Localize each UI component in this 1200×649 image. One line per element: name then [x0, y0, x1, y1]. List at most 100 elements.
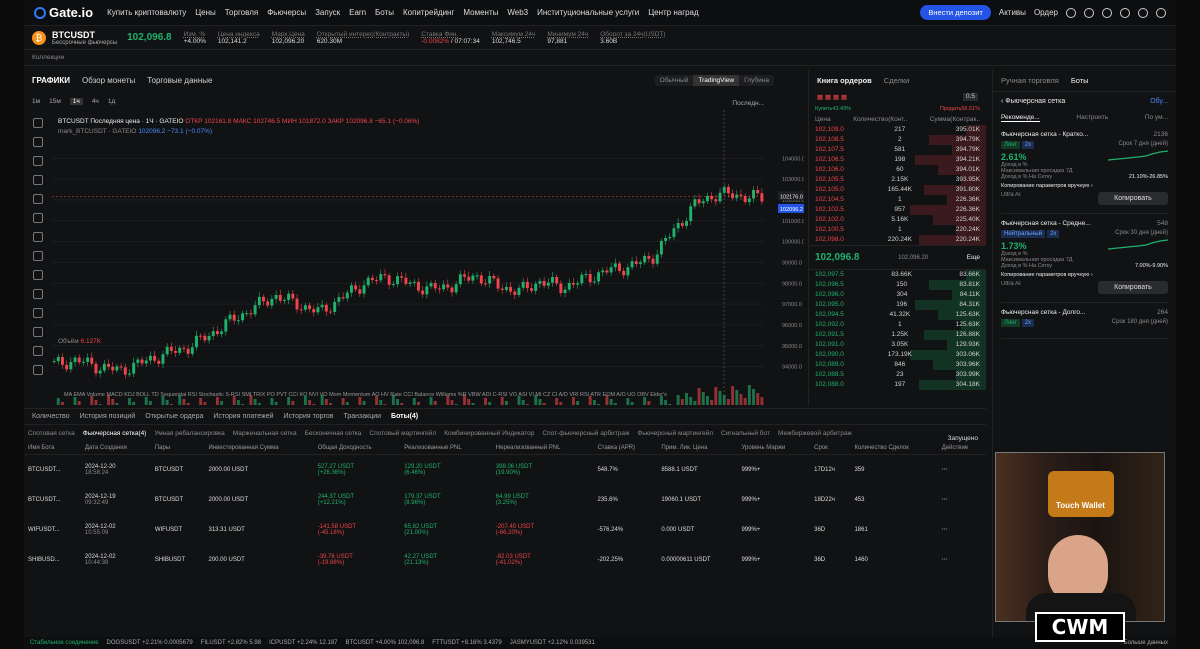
tab-trades[interactable]: Сделки: [884, 76, 910, 85]
bot-type-tab-2[interactable]: Умная ребалансировка: [154, 430, 224, 437]
status-ticker-5[interactable]: JASMYUSDT +2.12% 0.039531: [510, 640, 595, 646]
pattern-icon[interactable]: [33, 175, 43, 185]
book-row[interactable]: 102,105.0 165.44K 391.80K: [809, 185, 986, 195]
table-row[interactable]: SHIBUSD... 2024-12-02 10:44:38 SHIBUSDT 200.…: [24, 545, 986, 575]
status-ticker-3[interactable]: BTCUSDT +4.00% 102,096.8: [346, 640, 425, 646]
bot-type-tab-8[interactable]: Фьючерсный мартингейл: [637, 430, 713, 437]
view-depth[interactable]: Глубина: [739, 75, 774, 86]
bot-card[interactable]: Фьючерсная сетка - Долго... 264 Лонг 2x Срок…: [1001, 309, 1168, 339]
bell-icon[interactable]: [1102, 7, 1112, 18]
view-basic[interactable]: Обычный: [655, 75, 694, 86]
running-filter[interactable]: Запущено: [948, 435, 978, 442]
tab-recommended[interactable]: Рекоменде...: [1001, 114, 1040, 122]
lock-icon[interactable]: [33, 346, 43, 356]
bot-type-tab-0[interactable]: Спотовая сетка: [28, 430, 75, 437]
brush-icon[interactable]: [33, 213, 43, 223]
text-icon[interactable]: [33, 232, 43, 242]
col-header-9[interactable]: Уровень Маржи: [737, 442, 811, 455]
col-header-4[interactable]: Общая Доходность: [313, 442, 401, 455]
nav-item-2[interactable]: Торговля: [225, 8, 258, 17]
copy-button[interactable]: Копировать: [1098, 192, 1168, 205]
book-row[interactable]: 102,102.5 957 226.36K: [809, 205, 986, 215]
book-row[interactable]: 102,102.0 5.16K 225.40K: [809, 215, 986, 225]
assets-menu[interactable]: Активы: [999, 8, 1026, 17]
more-link[interactable]: Еще: [967, 254, 980, 261]
bots-title[interactable]: ‹ Фьючерсная сетка: [1001, 98, 1065, 105]
row-actions[interactable]: ⋯: [938, 515, 986, 545]
tab-overview[interactable]: Обзор монеты: [82, 76, 135, 85]
collections-bar[interactable]: Коллекции: [24, 50, 1176, 66]
bot-copy-params[interactable]: Копирование параметров вручную ›: [1001, 272, 1168, 278]
bot-type-tab-7[interactable]: Спот-фьючерсный арбитраж: [542, 430, 629, 437]
col-header-10[interactable]: Срок: [810, 442, 851, 455]
status-ticker-2[interactable]: ICPUSDT +2.24% 12.187: [269, 640, 337, 646]
fib-icon[interactable]: [33, 156, 43, 166]
globe-icon[interactable]: [1120, 7, 1130, 18]
book-row[interactable]: 102,089.0 846 303.96K: [809, 360, 986, 370]
book-row[interactable]: 102,094.5 41.32K 125.63K: [809, 310, 986, 320]
more-data[interactable]: Больше данных: [1124, 640, 1168, 646]
nav-item-5[interactable]: Earn: [349, 8, 366, 17]
magnet-icon[interactable]: [33, 308, 43, 318]
emoji-icon[interactable]: [33, 251, 43, 261]
status-ticker-0[interactable]: DOGSUSDT +2.21% 0.0005679: [107, 640, 193, 646]
bottom-tab-1[interactable]: История позиций: [80, 413, 136, 420]
table-row[interactable]: WIFUSDT... 2024-12-02 10:55:09 WIFUSDT 313.3…: [24, 515, 986, 545]
book-row[interactable]: 102,088.0 197 304.18K: [809, 380, 986, 390]
row-actions[interactable]: ⋯: [938, 455, 986, 485]
tab-manual[interactable]: Ручная торговля: [1001, 76, 1059, 85]
interval-1h[interactable]: 1ч: [69, 98, 83, 105]
view-tradingview[interactable]: TradingView: [693, 75, 740, 86]
interval-15m[interactable]: 15м: [49, 98, 61, 105]
row-actions[interactable]: ⋯: [938, 485, 986, 515]
book-row[interactable]: 102,106.5 198 394.21K: [809, 155, 986, 165]
price-chart[interactable]: 104000.0103000.0102000.0101000.0100000.0…: [52, 110, 804, 405]
book-row[interactable]: 102,097.5 83.66K 83.66K: [809, 270, 986, 280]
book-row[interactable]: 102,107.5 581 394.79K: [809, 145, 986, 155]
pair-selector[interactable]: BTCUSDT Бессрочные фьючерсы: [52, 30, 117, 46]
bot-type-tab-10[interactable]: Межбиржевой арбитраж: [778, 430, 852, 437]
ruler-icon[interactable]: [33, 270, 43, 280]
tab-trade-data[interactable]: Торговые данные: [147, 76, 212, 85]
book-row[interactable]: 102,108.5 2 394.79K: [809, 135, 986, 145]
bot-type-tab-5[interactable]: Спотовый мартингейл: [369, 430, 436, 437]
status-ticker-4[interactable]: FTTUSDT +8.16% 3.4379: [432, 640, 501, 646]
book-row[interactable]: 102,096.5 150 83.81K: [809, 280, 986, 290]
bot-card[interactable]: Фьючерсная сетка - Кратко... 2136 Лонг 2x Ср…: [1001, 131, 1168, 214]
bottom-tab-0[interactable]: Количество: [32, 413, 70, 420]
trendline-icon[interactable]: [33, 137, 43, 147]
bot-copy-params[interactable]: Копирование параметров вручную ›: [1001, 183, 1168, 189]
book-row[interactable]: 102,104.5 1 226.36K: [809, 195, 986, 205]
book-row[interactable]: 102,095.0 196 84.31K: [809, 300, 986, 310]
book-row[interactable]: 102,090.0 173.19K 303.06K: [809, 350, 986, 360]
bot-card[interactable]: Фьючерсная сетка - Средне... 548 Нейтральн…: [1001, 220, 1168, 303]
book-layout-icon[interactable]: ▦ ▦ ▦ ▦: [817, 93, 847, 101]
tab-bots[interactable]: Боты: [1071, 76, 1089, 85]
step-select[interactable]: 0.5: [962, 93, 978, 101]
search-icon[interactable]: [1156, 7, 1166, 18]
zoom-icon[interactable]: [33, 289, 43, 299]
bot-type-tab-1[interactable]: Фьючерсная сетка(4): [83, 430, 147, 437]
nav-item-11[interactable]: Центр наград: [648, 8, 698, 17]
col-header-1[interactable]: Дата Создания: [80, 442, 151, 455]
logo[interactable]: Gate.io: [34, 5, 93, 20]
book-row[interactable]: 102,100.5 1 220.24K: [809, 225, 986, 235]
book-row[interactable]: 102,088.5 23 303.99K: [809, 370, 986, 380]
col-header-12[interactable]: Действие: [937, 442, 986, 455]
bot-type-tab-9[interactable]: Сигнальный бот: [721, 430, 770, 437]
crosshair-icon[interactable]: [33, 118, 43, 128]
book-row[interactable]: 102,091.0 3.05K 129.93K: [809, 340, 986, 350]
col-header-6[interactable]: Нереализованный PNL: [491, 442, 594, 455]
nav-item-8[interactable]: Моменты: [463, 8, 498, 17]
bots-learn[interactable]: Обу...: [1150, 98, 1168, 105]
nav-item-3[interactable]: Фьючерсы: [267, 8, 306, 17]
avatar-icon[interactable]: [1066, 7, 1076, 18]
nav-item-10[interactable]: Институциональные услуги: [537, 8, 639, 17]
bottom-tab-2[interactable]: Открытые ордера: [145, 413, 203, 420]
eye-icon[interactable]: [33, 365, 43, 375]
tab-orderbook[interactable]: Книга ордеров: [817, 76, 872, 85]
bottom-tab-6[interactable]: Боты(4): [391, 413, 418, 420]
book-row[interactable]: 102,098.0 220.24K 220.24K: [809, 235, 986, 245]
col-header-8[interactable]: Прим. Лик. Цена: [657, 442, 738, 455]
book-row[interactable]: 102,092.0 1 125.63K: [809, 320, 986, 330]
